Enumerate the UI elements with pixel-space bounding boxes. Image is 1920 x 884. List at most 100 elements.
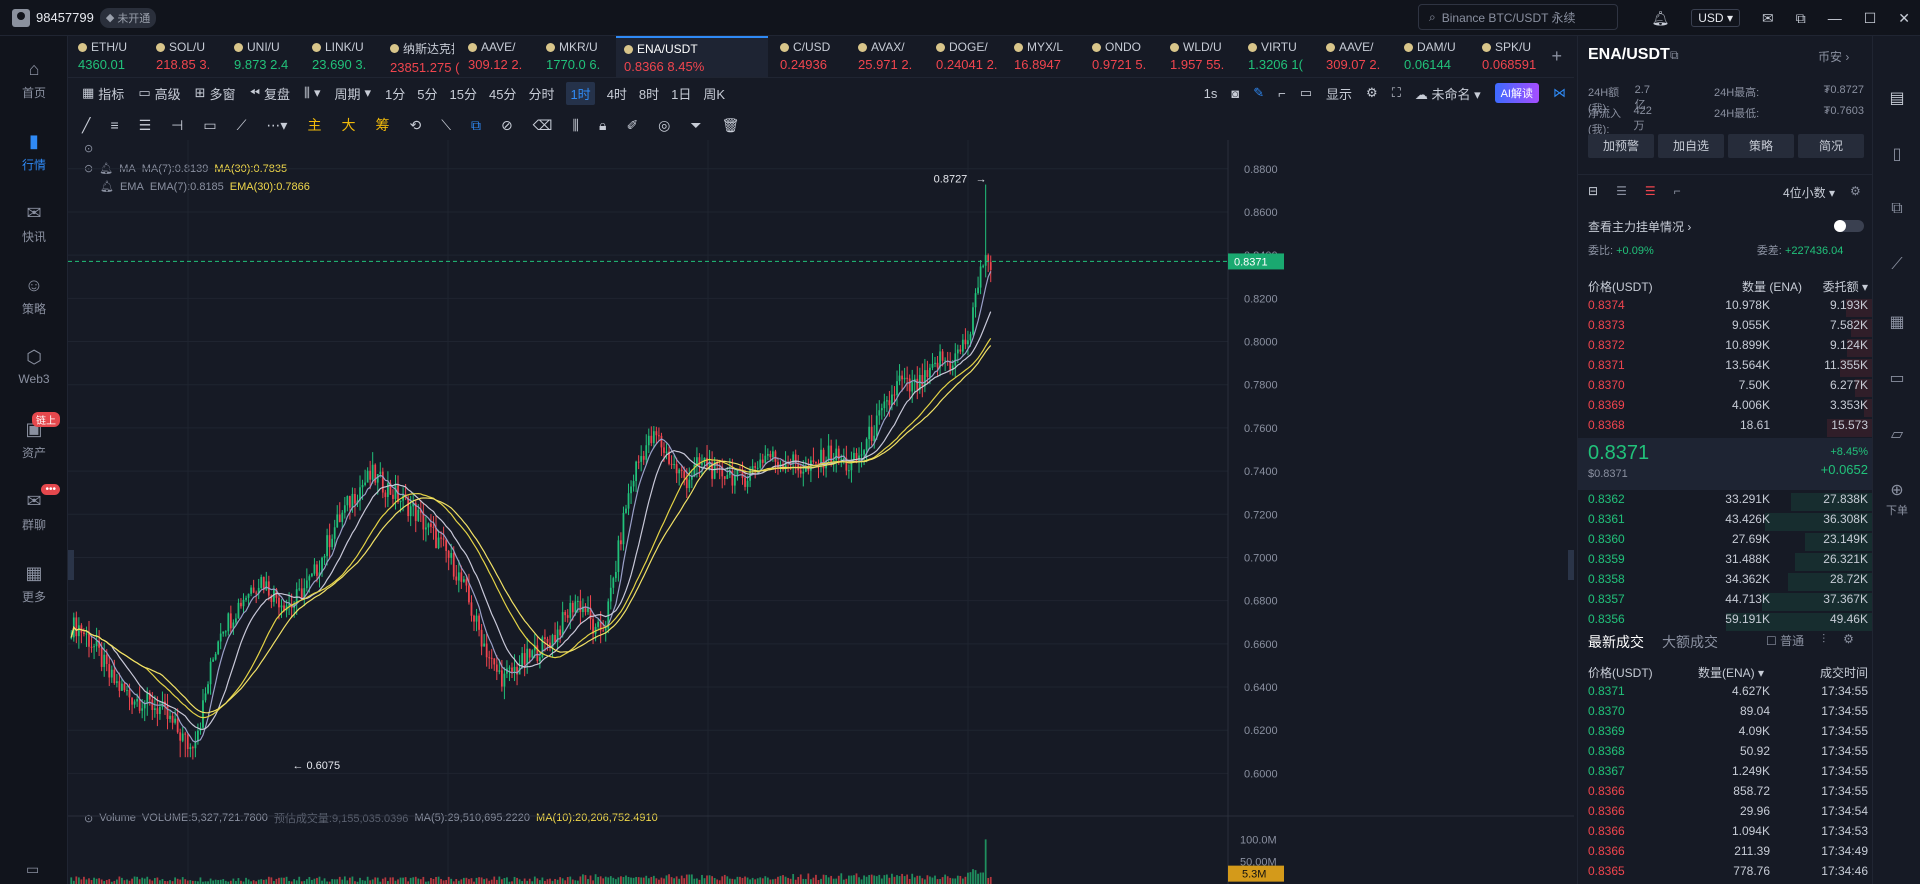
ask-row[interactable]: 0.8374 10.978K 9.193K <box>1578 298 1874 318</box>
tab-large-trades[interactable]: 大额成交 <box>1662 632 1718 652</box>
book-header-amount[interactable]: 委托额 ▾ <box>1823 278 1868 295</box>
pen-icon[interactable]: ✎ <box>1253 85 1264 101</box>
replay-button[interactable]: ⏪︎ 复盘 <box>250 84 290 103</box>
bid-row[interactable]: 0.8356 59.191K 49.46K <box>1578 612 1874 632</box>
collapse-sidebar-icon[interactable]: ▭ <box>26 861 39 878</box>
ticker-tab[interactable]: VIRTU 1.3206 1( <box>1240 36 1318 77</box>
close-icon[interactable]: ✕ <box>1898 10 1910 27</box>
copy-icon[interactable]: ⧉ <box>1886 200 1908 222</box>
more-tools-icon[interactable]: ⋯▾ <box>266 117 287 134</box>
hline-tool-icon[interactable]: ⊣ <box>171 117 183 134</box>
chart-area[interactable]: ⊙ ⊙ 🔔︎ MA MA(7):0.8139 MA(30):0.7835 🔔︎ … <box>68 140 1574 884</box>
ticker-tab[interactable]: ETH/U 4360.01 <box>70 36 148 77</box>
ticker-tab[interactable]: AAVE/ 309.12 2. <box>460 36 538 77</box>
exchange-link[interactable]: 币安 › <box>1818 48 1849 65</box>
trade-row[interactable]: 0.8367 1.249K 17:34:55 <box>1578 764 1874 784</box>
measure-tool-icon[interactable]: ⟋ <box>237 117 247 134</box>
fullscreen-icon[interactable]: ⛶ <box>1392 85 1401 101</box>
ruler-icon[interactable]: ⟍ <box>441 117 451 134</box>
trade-row[interactable]: 0.8366 858.72 17:34:55 <box>1578 784 1874 804</box>
ticker-tab[interactable]: C/USD 0.24936 <box>772 36 850 77</box>
parallel-tool-icon[interactable]: ≡ <box>110 117 118 133</box>
layers-icon[interactable]: ▱ <box>1886 424 1908 446</box>
crop-icon[interactable]: ⌐ <box>1278 86 1286 101</box>
note-icon[interactable]: ✐ <box>626 117 638 134</box>
interval-button[interactable]: 1s <box>1204 86 1218 101</box>
trade-row[interactable]: 0.8368 50.92 17:34:55 <box>1578 744 1874 764</box>
bell-icon[interactable]: 🔔︎ <box>1651 10 1669 27</box>
trade-row[interactable]: 0.8366 29.96 17:34:54 <box>1578 804 1874 824</box>
sidebar-item-4[interactable]: ⬡ Web3 <box>0 346 68 386</box>
trade-row[interactable]: 0.8369 4.09K 17:34:55 <box>1578 724 1874 744</box>
ticker-tab[interactable]: AAVE/ 309.07 2. <box>1318 36 1396 77</box>
candlestick-chart[interactable]: 0.88000.86000.84000.82000.80000.78000.76… <box>68 140 1574 884</box>
trade-header-qty[interactable]: 数量(ENA) ▾ <box>1698 664 1764 681</box>
user-avatar-icon[interactable] <box>12 8 30 27</box>
precision-select[interactable]: 4位小数 ▾ <box>1783 184 1835 201</box>
filter-list-icon[interactable]: ⫶ <box>1822 632 1825 652</box>
ohlc-icon[interactable]: ⫼ <box>573 117 579 134</box>
search-input[interactable]: ⌕ Binance BTC/USDT 永续 <box>1418 4 1618 30</box>
rect-tool-icon[interactable]: ▭ <box>203 117 216 134</box>
brush-icon[interactable]: ◎ <box>658 117 670 134</box>
ticker-tab[interactable]: MKR/U 1770.0 6. <box>538 36 616 77</box>
line-tool-icon[interactable]: ╱ <box>82 117 90 134</box>
share-icon[interactable]: ⋈ <box>1553 85 1566 101</box>
ask-row[interactable]: 0.8370 7.50K 6.277K <box>1578 378 1874 398</box>
period-3[interactable]: 45分 <box>489 82 516 105</box>
ask-row[interactable]: 0.8373 9.055K 7.582K <box>1578 318 1874 338</box>
bid-row[interactable]: 0.8361 43.426K 36.308K <box>1578 512 1874 532</box>
period-select[interactable]: 周期 ▾ <box>334 84 371 103</box>
period-9[interactable]: 周K <box>703 82 725 105</box>
add-tab-icon[interactable]: + <box>1551 46 1562 67</box>
bid-row[interactable]: 0.8357 44.713K 37.367K <box>1578 592 1874 612</box>
order-icon[interactable]: ⊕ <box>1886 480 1908 502</box>
ask-row[interactable]: 0.8369 4.006K 3.353K <box>1578 398 1874 418</box>
chart-type-select[interactable]: ⫼ ▾ <box>304 85 321 101</box>
period-7[interactable]: 8时 <box>639 82 659 105</box>
period-5[interactable]: 1时 <box>566 81 595 105</box>
ai-button[interactable]: AI解读 <box>1494 83 1539 103</box>
trade-row[interactable]: 0.8365 778.76 17:34:46 <box>1578 864 1874 884</box>
ask-row[interactable]: 0.8372 10.899K 9.124K <box>1578 338 1874 358</box>
ticker-tab[interactable]: LINK/U 23.690 3. <box>304 36 382 77</box>
multi-window-button[interactable]: ⊞ 多窗 <box>195 84 236 103</box>
chart-line-icon[interactable]: ⟋ <box>1886 256 1908 278</box>
period-4[interactable]: 分时 <box>528 82 554 105</box>
book-depth-icon[interactable]: ⌐ <box>1674 184 1681 198</box>
sidebar-item-2[interactable]: ✉ 快讯 <box>0 202 68 245</box>
normal-checkbox[interactable]: ☐ 普通 <box>1766 632 1804 652</box>
trades-settings-icon[interactable]: ⚙ <box>1843 632 1854 652</box>
action-button[interactable]: 简况 <box>1798 134 1864 158</box>
sidebar-item-5[interactable]: ▣ 资产 链上 <box>0 412 68 461</box>
depth-toggle[interactable] <box>1834 220 1864 232</box>
trade-row[interactable]: 0.8366 211.39 17:34:49 <box>1578 844 1874 864</box>
maximize-icon[interactable]: ☐ <box>1864 10 1877 27</box>
period-1[interactable]: 5分 <box>417 82 437 105</box>
sidebar-item-1[interactable]: ▮ 行情 <box>0 130 68 173</box>
book-both-icon[interactable]: ⊟ <box>1588 184 1598 198</box>
copy-symbol-icon[interactable]: ⧉ <box>1670 48 1679 63</box>
eraser-icon[interactable]: ⌫ <box>533 117 553 134</box>
bid-row[interactable]: 0.8362 33.291K 27.838K <box>1578 492 1874 512</box>
orderbook-icon[interactable]: ▤ <box>1886 88 1908 110</box>
sidebar-item-0[interactable]: ⌂ 首页 <box>0 58 68 101</box>
currency-select[interactable]: USD ▾ <box>1691 9 1740 27</box>
period-6[interactable]: 4时 <box>607 82 627 105</box>
action-button[interactable]: 加自选 <box>1658 134 1724 158</box>
card-icon[interactable]: ▭ <box>1886 368 1908 390</box>
camera-icon[interactable]: ◙ <box>1231 86 1239 101</box>
period-2[interactable]: 15分 <box>450 82 477 105</box>
ask-row[interactable]: 0.8368 18.61 15.573 <box>1578 418 1874 438</box>
ticker-tab[interactable]: WLD/U 1.957 55. <box>1162 36 1240 77</box>
main-force-tag[interactable]: 主 <box>307 115 321 135</box>
ticker-tab[interactable]: 纳斯达克指 23851.275 ( <box>382 36 460 77</box>
copy-layer-icon[interactable]: ⧉ <box>471 117 481 134</box>
fib-tool-icon[interactable]: ☰ <box>139 117 152 134</box>
action-button[interactable]: 加预警 <box>1588 134 1654 158</box>
layout-select[interactable]: ☁ 未命名 ▾ <box>1415 84 1481 103</box>
settings-icon[interactable]: ⚙ <box>1366 85 1378 101</box>
big-order-tag[interactable]: 大 <box>341 115 355 135</box>
ticker-tab[interactable]: MYX/L 16.8947 <box>1006 36 1084 77</box>
link-icon[interactable]: ⊘ <box>501 117 513 134</box>
